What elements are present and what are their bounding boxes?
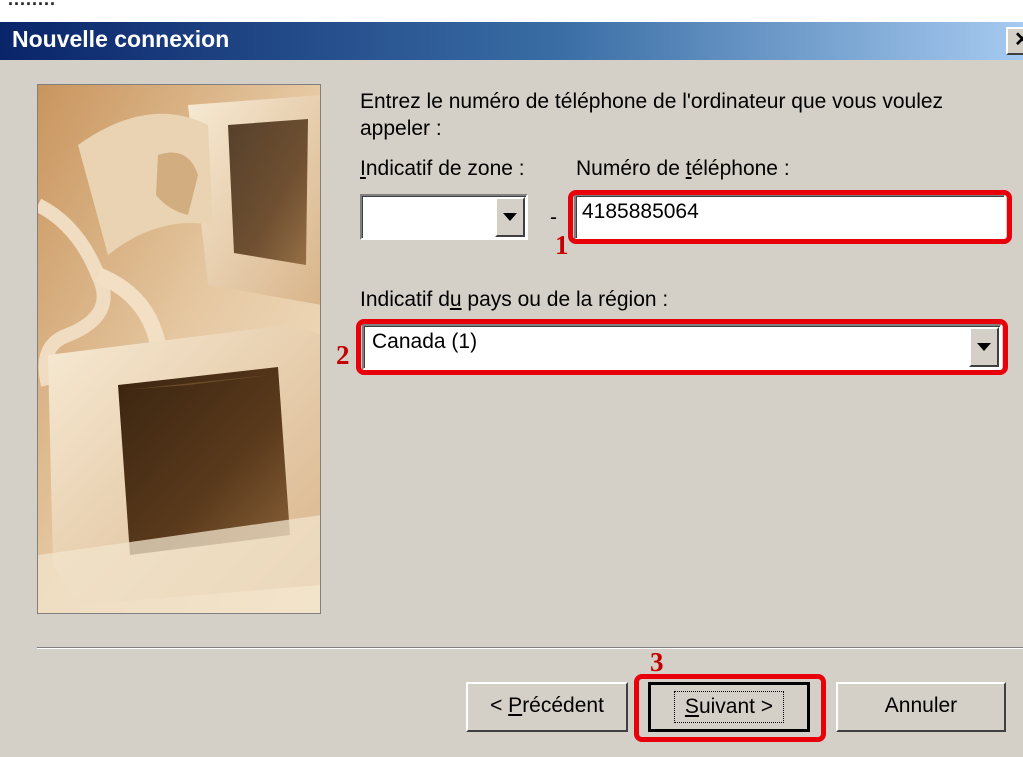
background-window-strip: ........	[0, 0, 1023, 22]
footer-separator	[37, 647, 1023, 649]
phone-label-text: éléphone :	[691, 157, 790, 180]
computers-phone-image	[38, 85, 320, 613]
dialog-window: Nouvelle connexion ✕ Entrez le numéro de…	[0, 22, 1023, 757]
annotation-box-1	[568, 190, 1012, 244]
cancel-button[interactable]: Annuler	[836, 682, 1006, 732]
phone-number-label: Numéro de téléphone :	[576, 157, 790, 181]
annotation-box-3	[634, 674, 826, 742]
country-label-mnemonic: u	[449, 288, 462, 311]
back-mnemonic: P	[508, 694, 523, 717]
back-arrow-text: <	[490, 694, 509, 717]
annotation-box-2	[356, 319, 1008, 375]
back-button[interactable]: < Précédent	[466, 682, 628, 732]
dash-separator: -	[550, 206, 557, 229]
back-label: récédent	[522, 694, 604, 717]
close-button[interactable]: ✕	[1006, 27, 1023, 55]
chevron-down-icon	[503, 213, 517, 221]
close-icon: ✕	[1014, 29, 1023, 51]
area-code-select[interactable]	[360, 194, 528, 240]
wizard-illustration	[37, 84, 321, 614]
country-label: Indicatif du pays ou de la région :	[360, 288, 668, 312]
annotation-number-2: 2	[336, 340, 350, 370]
title-bar[interactable]: Nouvelle connexion ✕	[0, 22, 1023, 60]
instruction-text: Entrez le numéro de téléphone de l'ordin…	[360, 90, 944, 140]
phone-label-prefix: Numéro de	[576, 157, 686, 180]
annotation-number-1: 1	[555, 230, 569, 260]
area-code-label-text: ndicatif de zone :	[365, 157, 525, 180]
background-window-title: ........	[8, 0, 56, 10]
country-label-text: pays ou de la région :	[461, 288, 669, 311]
window-title: Nouvelle connexion	[12, 26, 230, 52]
country-label-prefix: Indicatif d	[360, 288, 450, 311]
area-code-label: Indicatif de zone :	[360, 157, 525, 181]
area-code-dropdown-button[interactable]	[495, 197, 525, 237]
